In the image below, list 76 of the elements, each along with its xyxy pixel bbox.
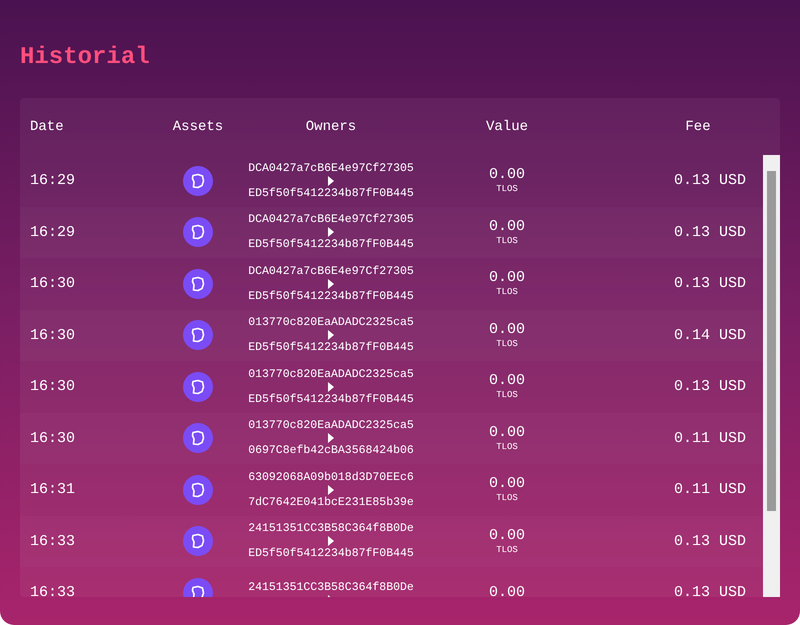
arrow-icon [328, 484, 334, 495]
token-icon [183, 423, 213, 454]
arrow-icon [328, 278, 334, 289]
value-amount: 0.00 [488, 218, 525, 235]
receiver-address: ED5f50f5412234b87fF0B445 [248, 392, 414, 406]
arrow-icon [328, 176, 334, 186]
value-amount: 0.00 [488, 166, 525, 184]
sender-address: 013770c820EaADADC2325ca5 [248, 316, 414, 330]
token-icon [183, 372, 213, 402]
column-header: Value [486, 118, 528, 134]
token-symbol: TLOS [496, 234, 518, 247]
token-symbol: TLOS [496, 492, 518, 504]
receiver-address: 7dC7642E041bcE231E85b39e [248, 496, 414, 509]
value-amount: 0.00 [488, 320, 525, 338]
scrollbar-thumb[interactable] [767, 171, 776, 511]
sender-address: 013770c820EaADADC2325ca5 [248, 368, 414, 381]
time-cell: 16:29 [30, 172, 76, 190]
receiver-address: ED5f50f5412234b87fF0B445 [248, 238, 414, 252]
token-icon [183, 320, 213, 350]
fee-cell: 0.13 USD [674, 378, 746, 396]
sender-address: 013770c820EaADADC2325ca5 [248, 419, 414, 432]
time-cell: 16:33 [30, 532, 76, 550]
token-icon [183, 474, 213, 505]
receiver-address: ED5f50f5412234b87fF0B445 [248, 341, 414, 354]
fee-cell: 0.13 USD [674, 584, 746, 597]
receiver-address: ED5f50f5412234b87fF0B445 [248, 547, 414, 560]
token-symbol: TLOS [496, 440, 518, 453]
value-amount: 0.00 [488, 269, 525, 286]
fee-cell: 0.11 USD [674, 430, 746, 447]
column-header: Date [30, 118, 64, 134]
sender-address: 63092068A09b018d3D70EEc6 [248, 470, 414, 484]
token-icon [183, 217, 213, 248]
value-amount: 0.00 [488, 584, 525, 597]
sender-address: 24151351CC3B58C364f8B0De [248, 580, 414, 594]
page-title: Historial [20, 43, 151, 73]
token-symbol: TLOS [496, 544, 518, 556]
token-icon [183, 526, 213, 556]
token-symbol: TLOS [496, 183, 518, 196]
value-amount: 0.00 [488, 475, 525, 492]
column-header: Owners [306, 118, 356, 134]
arrow-icon [328, 536, 334, 546]
token-symbol: TLOS [496, 338, 518, 350]
time-cell: 16:30 [30, 275, 76, 292]
time-cell: 16:31 [30, 481, 76, 498]
arrow-icon [328, 330, 334, 340]
column-header: Assets [172, 118, 224, 134]
column-header: Fee [685, 118, 711, 134]
token-icon [183, 268, 213, 299]
time-cell: 16:30 [30, 430, 76, 447]
receiver-address: ED5f50f5412234b87fF0B445 [248, 290, 414, 303]
time-cell: 16:30 [30, 378, 76, 396]
arrow-icon [328, 382, 334, 392]
receiver-address: 0697C8efb42cBA3568424b06 [248, 444, 414, 458]
time-cell: 16:30 [30, 326, 76, 344]
fee-cell: 0.13 USD [674, 275, 746, 292]
sender-address: DCA0427a7cB6E4e97Cf27305 [248, 213, 414, 226]
sender-address: DCA0427a7cB6E4e97Cf27305 [248, 162, 414, 175]
time-cell: 16:29 [30, 224, 76, 241]
arrow-icon [328, 433, 334, 444]
sender-address: DCA0427a7cB6E4e97Cf27305 [248, 264, 414, 278]
fee-cell: 0.13 USD [674, 224, 746, 241]
fee-cell: 0.13 USD [674, 172, 746, 190]
value-amount: 0.00 [488, 372, 525, 390]
receiver-address: ED5f50f5412234b87fF0B445 [248, 186, 414, 200]
time-cell: 16:33 [30, 584, 76, 597]
fee-cell: 0.11 USD [674, 481, 746, 498]
token-symbol: TLOS [496, 389, 518, 402]
token-symbol: TLOS [496, 286, 518, 298]
value-amount: 0.00 [488, 526, 525, 544]
value-amount: 0.00 [488, 424, 525, 441]
arrow-icon [328, 227, 334, 238]
token-icon [183, 166, 213, 196]
fee-cell: 0.14 USD [674, 326, 746, 344]
scrollbar[interactable] [763, 155, 780, 597]
sender-address: 24151351CC3B58C364f8B0De [248, 522, 414, 536]
fee-cell: 0.13 USD [674, 532, 746, 550]
